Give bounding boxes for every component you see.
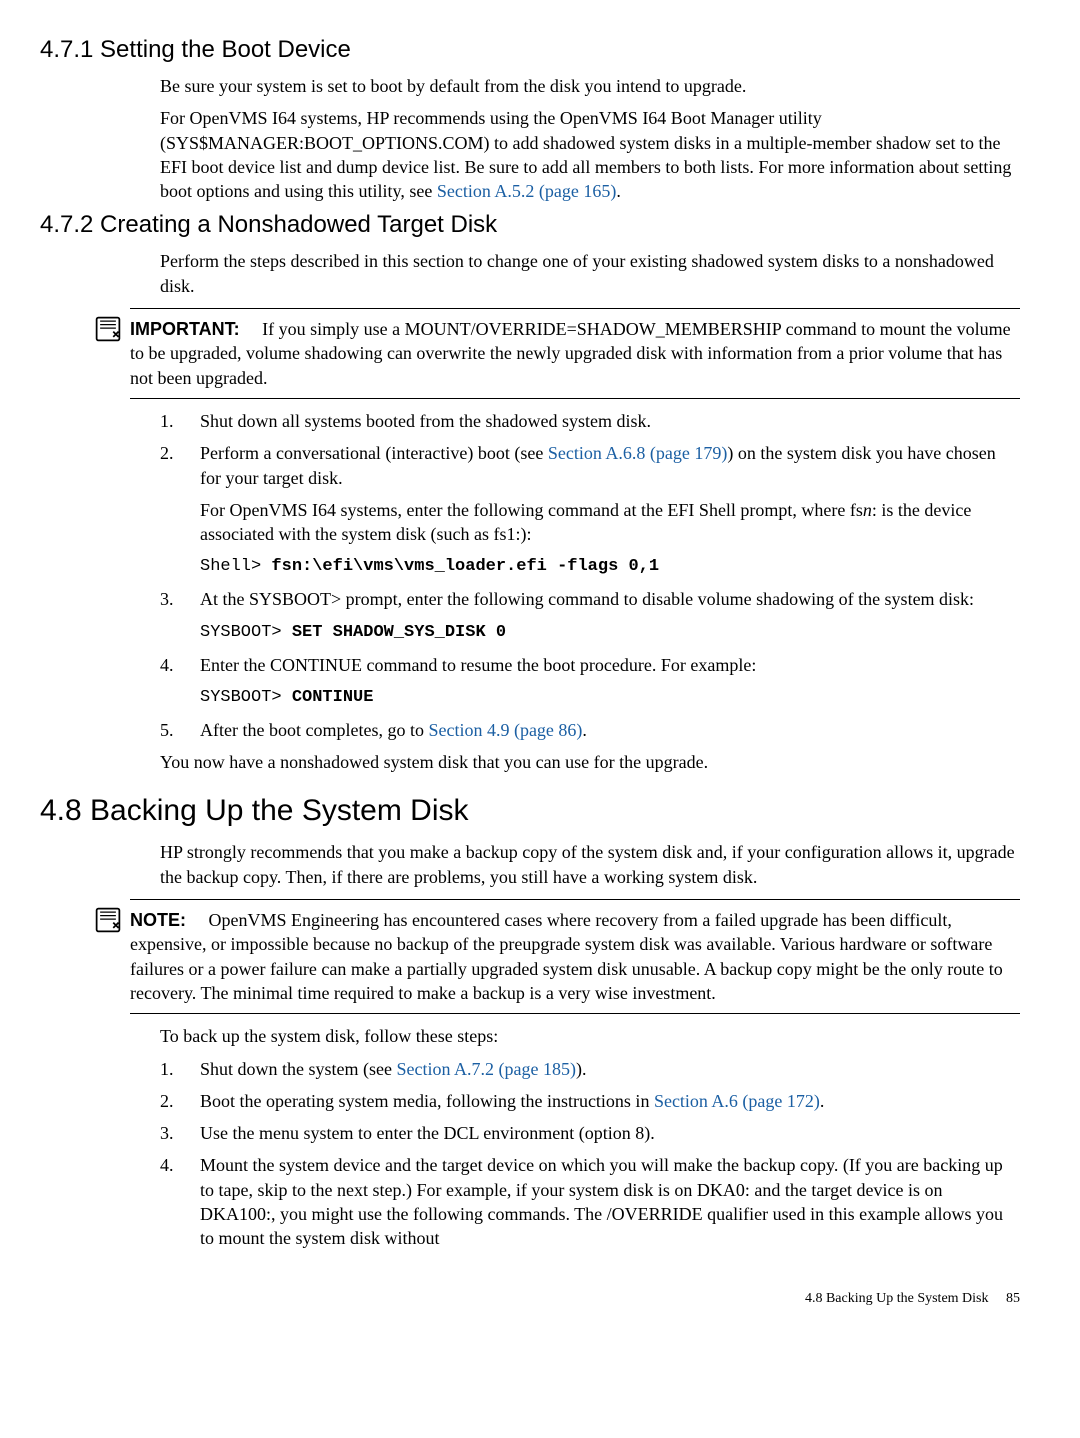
text: At the SYSBOOT> prompt, enter the follow… — [200, 589, 974, 609]
text: Shut down all systems booted from the sh… — [200, 411, 651, 431]
footer-section: 4.8 Backing Up the System Disk — [805, 1291, 989, 1306]
note-admonition: NOTE: OpenVMS Engineering has encountere… — [130, 899, 1020, 1014]
text: ). — [576, 1059, 587, 1079]
heading-4-8: 4.8 Backing Up the System Disk — [40, 794, 1020, 828]
list-item: After the boot completes, go to Section … — [160, 718, 1020, 742]
shell-command: CONTINUE — [292, 688, 374, 707]
text: Mount the system device and the target d… — [200, 1155, 1003, 1248]
ordered-list: Shut down the system (see Section A.7.2 … — [160, 1057, 1020, 1251]
shell-prompt: SYSBOOT> — [200, 623, 292, 642]
list-item: Enter the CONTINUE command to resume the… — [160, 653, 1020, 710]
xref-link[interactable]: Section A.5.2 (page 165) — [437, 181, 616, 201]
text: . — [820, 1091, 825, 1111]
italic-text: n — [863, 500, 872, 520]
text: Shut down the system (see — [200, 1059, 396, 1079]
ordered-list: Shut down all systems booted from the sh… — [160, 409, 1020, 742]
text: For OpenVMS I64 systems, enter the follo… — [200, 500, 863, 520]
paragraph: For OpenVMS I64 systems, HP recommends u… — [160, 106, 1020, 203]
heading-4-7-2: 4.7.2 Creating a Nonshadowed Target Disk — [40, 211, 1020, 239]
xref-link[interactable]: Section A.6 (page 172) — [654, 1091, 820, 1111]
note-text: OpenVMS Engineering has encountered case… — [130, 910, 1003, 1003]
list-item: At the SYSBOOT> prompt, enter the follow… — [160, 587, 1020, 644]
paragraph: You now have a nonshadowed system disk t… — [160, 750, 1020, 774]
text: Boot the operating system media, followi… — [200, 1091, 654, 1111]
text: . — [582, 720, 587, 740]
xref-link[interactable]: Section A.6.8 (page 179) — [548, 443, 727, 463]
heading-4-7-1: 4.7.1 Setting the Boot Device — [40, 36, 1020, 64]
paragraph: HP strongly recommends that you make a b… — [160, 840, 1020, 889]
xref-link[interactable]: Section A.7.2 (page 185) — [396, 1059, 575, 1079]
shell-prompt: SYSBOOT> — [200, 688, 292, 707]
text: Perform a conversational (interactive) b… — [200, 443, 548, 463]
paragraph: Be sure your system is set to boot by de… — [160, 74, 1020, 98]
text: After the boot completes, go to — [200, 720, 428, 740]
list-item: Perform a conversational (interactive) b… — [160, 441, 1020, 579]
list-item: Use the menu system to enter the DCL env… — [160, 1121, 1020, 1145]
note-label: NOTE: — [130, 910, 186, 930]
text: Enter the CONTINUE command to resume the… — [200, 655, 756, 675]
shell-command: fsn:\efi\vms\vms_loader.efi -flags 0,1 — [271, 557, 659, 576]
important-text: If you simply use a MOUNT/OVERRIDE=SHADO… — [130, 319, 1011, 388]
note-icon — [94, 906, 122, 934]
list-item: Shut down all systems booted from the sh… — [160, 409, 1020, 433]
list-item: Boot the operating system media, followi… — [160, 1089, 1020, 1113]
list-item: Shut down the system (see Section A.7.2 … — [160, 1057, 1020, 1081]
text: Use the menu system to enter the DCL env… — [200, 1123, 655, 1143]
text: . — [616, 181, 621, 201]
note-icon — [94, 315, 122, 343]
important-admonition: IMPORTANT: If you simply use a MOUNT/OVE… — [130, 308, 1020, 399]
shell-command: SET SHADOW_SYS_DISK 0 — [292, 623, 506, 642]
xref-link[interactable]: Section 4.9 (page 86) — [428, 720, 582, 740]
important-label: IMPORTANT: — [130, 319, 240, 339]
page-footer: 4.8 Backing Up the System Disk 85 — [40, 1291, 1020, 1307]
shell-prompt: Shell> — [200, 557, 271, 576]
paragraph: To back up the system disk, follow these… — [160, 1024, 1020, 1048]
paragraph: Perform the steps described in this sect… — [160, 249, 1020, 298]
page-number: 85 — [1006, 1291, 1020, 1306]
list-item: Mount the system device and the target d… — [160, 1153, 1020, 1250]
